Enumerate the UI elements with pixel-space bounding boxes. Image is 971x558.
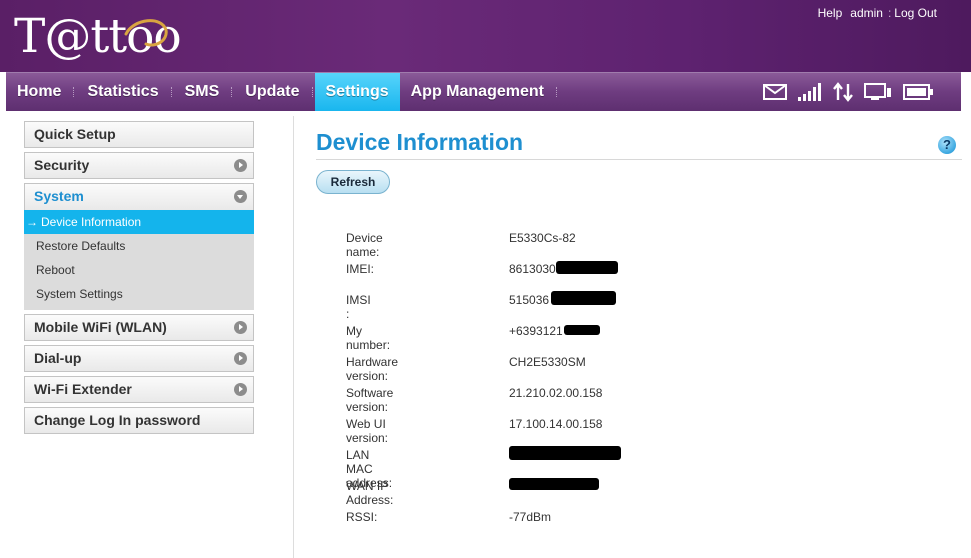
nav-separator [73, 87, 75, 97]
redaction-mark [551, 291, 616, 305]
submenu-label: Device Information [41, 215, 142, 229]
sidebar-item-security[interactable]: Security [24, 152, 254, 179]
sidebar-item-mobile-wifi[interactable]: Mobile WiFi (WLAN) [24, 314, 254, 341]
sidebar-item-label: Mobile WiFi (WLAN) [34, 319, 167, 335]
sidebar-item-wifi-extender[interactable]: Wi-Fi Extender [24, 376, 254, 403]
sidebar-menu: Quick Setup Security System → Device Info… [24, 121, 254, 438]
info-label: IMSI : [346, 293, 371, 321]
info-label: My number: [346, 324, 391, 352]
info-label: Hardware version: [346, 355, 399, 383]
redaction-mark [564, 325, 600, 335]
info-value: CH2E5330SM [509, 355, 586, 369]
logo-swirl-icon [124, 19, 168, 47]
help-link[interactable]: Help [818, 6, 843, 20]
sidebar-item-label: Wi-Fi Extender [34, 381, 132, 397]
sidebar-item-label: Dial-up [34, 350, 82, 366]
nav-settings[interactable]: Settings [314, 73, 400, 111]
help-icon[interactable]: ? [938, 136, 956, 154]
tattoo-logo[interactable]: T@ttoo [14, 6, 182, 66]
nav-sms[interactable]: SMS [174, 73, 231, 111]
system-submenu: → Device Information Restore Defaults Reb… [24, 210, 254, 310]
nav-home[interactable]: Home [6, 73, 72, 111]
info-value: -77dBm [509, 510, 552, 524]
sidebar-item-change-password[interactable]: Change Log In password [24, 407, 254, 434]
nav-app-management[interactable]: App Management [400, 73, 555, 111]
arrow-right-icon: → [26, 215, 38, 229]
submenu-system-settings[interactable]: System Settings [24, 282, 254, 306]
info-label: RSSI: [346, 510, 378, 524]
device-connected-icon [864, 83, 892, 101]
info-value: 17.100.14.00.158 [509, 417, 603, 431]
sidebar-item-system[interactable]: System [24, 183, 254, 210]
nav-statistics[interactable]: Statistics [76, 73, 169, 111]
nav-separator [311, 87, 314, 97]
refresh-button[interactable]: Refresh [316, 170, 390, 194]
title-divider [316, 159, 962, 160]
sidebar-item-label: System [34, 188, 84, 204]
info-value: E5330Cs-82 [509, 231, 576, 245]
main-nav: Home Statistics SMS Update Settings App … [6, 72, 961, 111]
sidebar-item-dial-up[interactable]: Dial-up [24, 345, 254, 372]
envelope-icon[interactable] [763, 84, 787, 100]
link-separator: : [887, 6, 892, 20]
sidebar-item-quick-setup[interactable]: Quick Setup [24, 121, 254, 148]
redaction-mark [556, 261, 618, 274]
info-label: Web UI version: [346, 417, 389, 445]
battery-icon [903, 84, 933, 100]
chevron-right-icon [234, 321, 247, 334]
submenu-device-information[interactable]: → Device Information [24, 210, 254, 234]
nav-separator [555, 87, 558, 97]
sidebar-item-label: Security [34, 157, 90, 173]
redaction-mark [509, 446, 621, 460]
submenu-reboot[interactable]: Reboot [24, 258, 254, 282]
top-links: Help admin : Log Out [818, 6, 937, 20]
sidebar-item-label: Change Log In password [34, 412, 201, 428]
info-value: 21.210.02.00.158 [509, 386, 603, 400]
info-label: Software version: [346, 386, 394, 414]
chevron-right-icon [234, 383, 247, 396]
sidebar-item-label: Quick Setup [34, 126, 116, 142]
chevron-right-icon [234, 159, 247, 172]
nav-separator [231, 87, 233, 97]
nav-update[interactable]: Update [234, 73, 310, 111]
header-bar: T@ttoo Help admin : Log Out [0, 0, 971, 72]
submenu-restore-defaults[interactable]: Restore Defaults [24, 234, 254, 258]
status-icons [763, 73, 933, 111]
logout-link[interactable]: Log Out [894, 6, 937, 20]
info-label: Device name: [346, 231, 383, 259]
nav-separator [170, 87, 173, 97]
content-divider [293, 116, 294, 558]
redaction-mark [509, 478, 599, 490]
chevron-right-icon [234, 352, 247, 365]
admin-link[interactable]: admin [850, 6, 883, 20]
data-transfer-icon [833, 82, 853, 102]
signal-strength-icon [798, 83, 822, 101]
info-value: 515036 [509, 293, 550, 307]
info-label: IMEI: [346, 262, 375, 276]
info-value: 8613030 [509, 262, 556, 276]
page-title: Device Information [316, 129, 524, 155]
chevron-down-icon [234, 190, 247, 203]
info-value: +6393121 [509, 324, 563, 338]
info-label: WAN IP Address: [346, 479, 394, 507]
